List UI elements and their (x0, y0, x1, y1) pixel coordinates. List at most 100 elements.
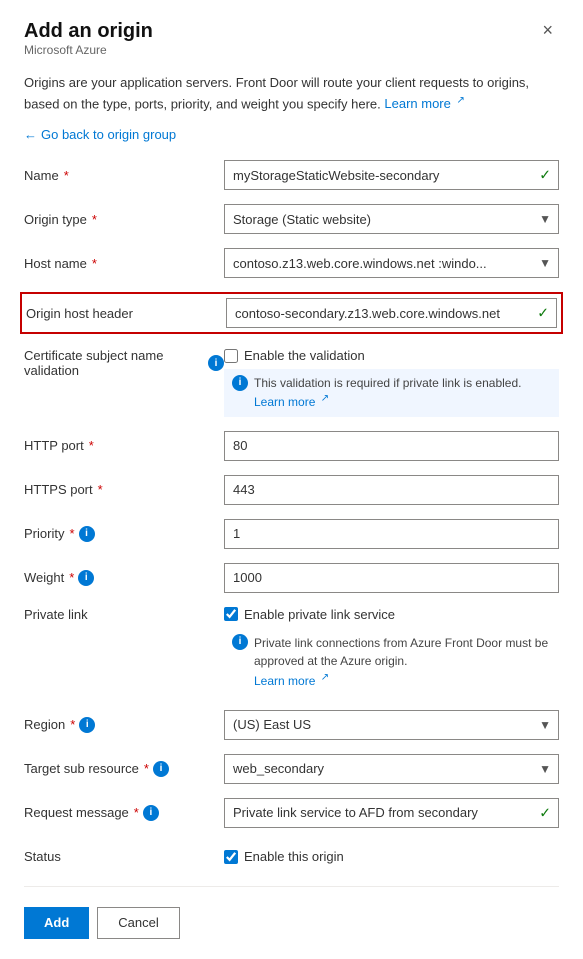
origin-host-header-label: Origin host header (26, 306, 226, 321)
weight-label: Weight * i (24, 570, 224, 586)
request-message-info-icon[interactable]: i (143, 805, 159, 821)
priority-row: Priority * i (24, 519, 559, 549)
target-sub-resource-control: web_secondary ▼ (224, 754, 559, 784)
http-port-input[interactable] (224, 431, 559, 461)
priority-label: Priority * i (24, 526, 224, 542)
panel-title: Add an origin (24, 20, 153, 43)
region-info-icon[interactable]: i (79, 717, 95, 733)
priority-input[interactable] (224, 519, 559, 549)
origin-host-header-highlighted-wrapper: Origin host header ✓ (20, 292, 563, 334)
http-port-row: HTTP port * (24, 431, 559, 461)
add-button[interactable]: Add (24, 907, 89, 939)
region-label: Region * i (24, 717, 224, 733)
status-checkbox-row: Enable this origin (224, 849, 559, 864)
back-arrow-icon: ← (24, 127, 37, 142)
private-link-control: Enable private link service i Private li… (224, 607, 559, 696)
add-origin-panel: Add an origin Microsoft Azure × Origins … (0, 0, 583, 959)
cert-validation-control: Enable the validation i This validation … (224, 348, 559, 417)
host-name-control: contoso.z13.web.core.windows.net :windo.… (224, 248, 559, 278)
private-link-note: i Private link connections from Azure Fr… (224, 628, 559, 696)
request-message-row: Request message * i ✓ (24, 798, 559, 828)
cert-validation-row: Certificate subject name validation i En… (24, 348, 559, 417)
request-message-input[interactable] (224, 798, 559, 828)
https-port-label: HTTPS port * (24, 482, 224, 497)
http-port-control (224, 431, 559, 461)
name-control: ✓ (224, 160, 559, 190)
weight-input[interactable] (224, 563, 559, 593)
origin-host-header-input-wrapper: ✓ (226, 298, 557, 328)
region-select-wrapper: (US) East US ▼ (224, 710, 559, 740)
cert-ext-link-icon: ↗ (321, 392, 329, 406)
target-sub-resource-select[interactable]: web_secondary (224, 754, 559, 784)
priority-info-icon[interactable]: i (79, 526, 95, 542)
weight-required: * (69, 570, 74, 585)
region-control: (US) East US ▼ (224, 710, 559, 740)
cancel-button[interactable]: Cancel (97, 907, 179, 939)
weight-info-icon[interactable]: i (78, 570, 94, 586)
target-sub-resource-select-wrapper: web_secondary ▼ (224, 754, 559, 784)
origin-type-select-wrapper: Storage (Static website) ▼ (224, 204, 559, 234)
region-select[interactable]: (US) East US (224, 710, 559, 740)
panel-header: Add an origin Microsoft Azure × (24, 20, 559, 71)
origin-host-header-control: ✓ (226, 298, 557, 328)
private-link-note-info-icon: i (232, 634, 248, 650)
host-name-select[interactable]: contoso.z13.web.core.windows.net :windo.… (224, 248, 559, 278)
http-port-required: * (89, 438, 94, 453)
private-link-label: Private link (24, 607, 224, 622)
origin-type-control: Storage (Static website) ▼ (224, 204, 559, 234)
target-sub-resource-info-icon[interactable]: i (153, 761, 169, 777)
origin-type-required: * (92, 212, 97, 227)
status-checkbox[interactable] (224, 850, 238, 864)
cert-validation-checkbox-row: Enable the validation (224, 348, 559, 363)
title-block: Add an origin Microsoft Azure (24, 20, 153, 71)
status-label: Status (24, 849, 224, 864)
https-port-required: * (98, 482, 103, 497)
origin-type-select[interactable]: Storage (Static website) (224, 204, 559, 234)
private-link-learn-more-link[interactable]: Learn more ↗ (254, 674, 329, 688)
weight-row: Weight * i (24, 563, 559, 593)
target-sub-resource-row: Target sub resource * i web_secondary ▼ (24, 754, 559, 784)
private-link-row: Private link Enable private link service… (24, 607, 559, 696)
host-name-select-wrapper: contoso.z13.web.core.windows.net :windo.… (224, 248, 559, 278)
weight-control (224, 563, 559, 593)
cert-note-info-icon: i (232, 375, 248, 391)
name-check-icon: ✓ (539, 167, 551, 184)
host-name-label: Host name * (24, 256, 224, 271)
private-link-checkbox[interactable] (224, 607, 238, 621)
cert-validation-label: Certificate subject name validation i (24, 348, 224, 378)
origin-host-header-check-icon: ✓ (537, 305, 549, 322)
request-message-control: ✓ (224, 798, 559, 828)
cert-validation-note: i This validation is required if private… (224, 369, 559, 417)
priority-control (224, 519, 559, 549)
target-sub-resource-label: Target sub resource * i (24, 761, 224, 777)
panel-footer: Add Cancel (24, 886, 559, 939)
https-port-control (224, 475, 559, 505)
cert-validation-checkbox[interactable] (224, 349, 238, 363)
region-required: * (70, 717, 75, 732)
origin-type-label: Origin type * (24, 212, 224, 227)
name-row: Name * ✓ (24, 160, 559, 190)
host-name-required: * (92, 256, 97, 271)
cert-validation-info-icon[interactable]: i (208, 355, 224, 371)
name-label: Name * (24, 168, 224, 183)
https-port-input[interactable] (224, 475, 559, 505)
request-message-input-wrapper: ✓ (224, 798, 559, 828)
learn-more-link[interactable]: Learn more ↗ (384, 96, 465, 111)
cert-learn-more-link[interactable]: Learn more ↗ (254, 395, 329, 409)
target-sub-resource-required: * (144, 761, 149, 776)
status-row: Status Enable this origin (24, 842, 559, 872)
name-input[interactable] (224, 160, 559, 190)
request-message-required: * (134, 805, 139, 820)
name-required: * (64, 168, 69, 183)
origin-host-header-input[interactable] (226, 298, 557, 328)
private-link-ext-icon: ↗ (321, 670, 329, 685)
http-port-label: HTTP port * (24, 438, 224, 453)
name-input-wrapper: ✓ (224, 160, 559, 190)
request-message-check-icon: ✓ (539, 804, 551, 821)
close-button[interactable]: × (536, 18, 559, 43)
origin-host-header-row: Origin host header ✓ (26, 298, 557, 328)
back-to-origin-group-link[interactable]: ← Go back to origin group (24, 127, 559, 142)
https-port-row: HTTPS port * (24, 475, 559, 505)
host-name-row: Host name * contoso.z13.web.core.windows… (24, 248, 559, 278)
region-row: Region * i (US) East US ▼ (24, 710, 559, 740)
